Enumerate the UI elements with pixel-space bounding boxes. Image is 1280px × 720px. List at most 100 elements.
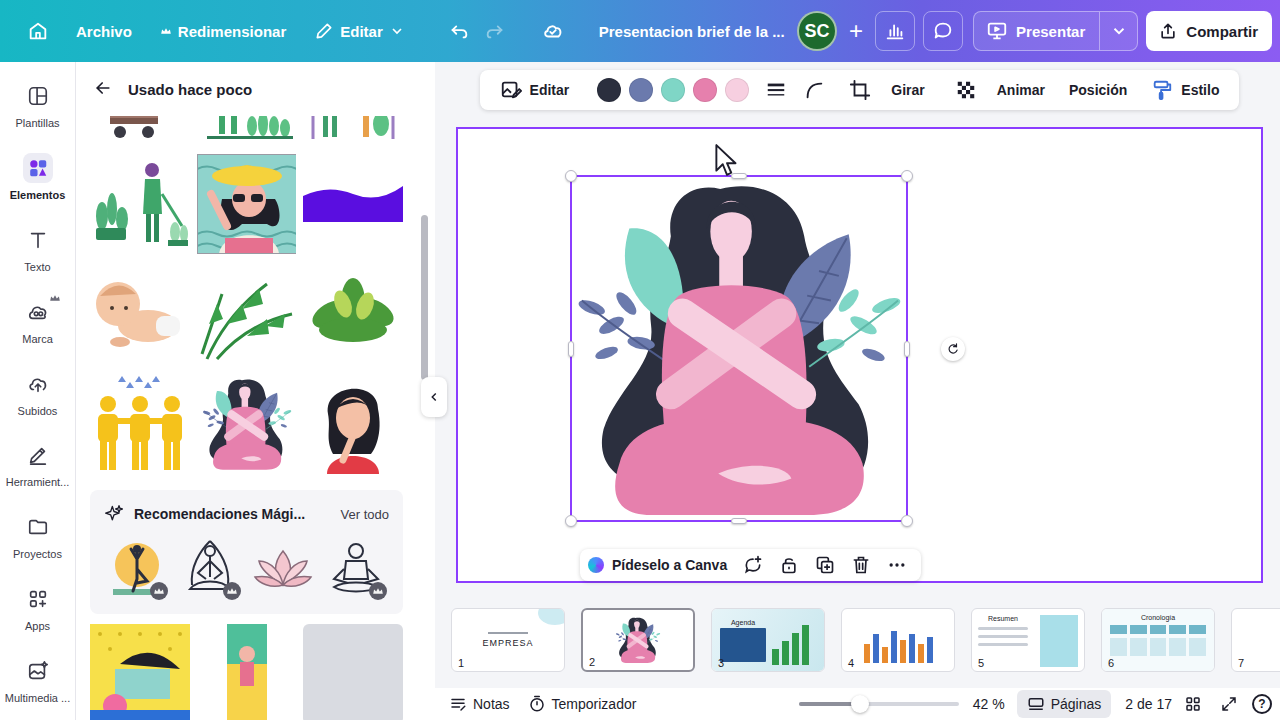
resize-handle[interactable] <box>901 170 913 182</box>
home-icon <box>27 20 49 42</box>
rail-item[interactable]: Subidos <box>0 361 75 433</box>
color-swatch[interactable] <box>693 78 717 102</box>
corner-rounding-button[interactable] <box>799 74 829 106</box>
see-all-link[interactable]: Ver todo <box>341 507 389 522</box>
meditating-woman-sticker[interactable] <box>197 374 297 474</box>
arch-garden-sticker[interactable] <box>303 116 403 144</box>
undo-button[interactable] <box>441 13 477 49</box>
scrollbar-thumb[interactable] <box>421 215 428 380</box>
line-weight-button[interactable] <box>761 74 791 106</box>
fullscreen-button[interactable] <box>1214 690 1244 718</box>
ask-canva-button[interactable]: Pídeselo a Canva <box>588 557 733 573</box>
zoom-slider[interactable] <box>799 694 959 714</box>
baby-sticker[interactable] <box>90 264 190 364</box>
rail-item[interactable]: Marca <box>0 289 75 361</box>
panel-scrollbar[interactable] <box>421 120 429 720</box>
back-button[interactable] <box>92 78 114 100</box>
transparency-button[interactable] <box>951 74 981 106</box>
delete-button[interactable] <box>845 551 877 579</box>
rail-item[interactable]: Plantillas <box>0 73 75 145</box>
page-thumbnail[interactable]: Cronología 6 <box>1101 608 1215 672</box>
magic-recommendation-item[interactable] <box>323 536 389 602</box>
legs-plants-sticker[interactable] <box>197 116 297 144</box>
page-thumbnail[interactable]: EMPRESA 1 <box>451 608 565 672</box>
thinking-woman-sticker[interactable] <box>303 374 403 474</box>
comments-button[interactable] <box>923 11 963 51</box>
page-thumbnail[interactable]: 7 <box>1231 608 1280 672</box>
user-avatar[interactable]: SC <box>797 11 837 51</box>
present-options-button[interactable] <box>1099 12 1137 50</box>
color-swatch[interactable] <box>661 78 685 102</box>
rail-item[interactable]: Herramient... <box>0 432 75 504</box>
magic-recommendation-item[interactable] <box>177 536 243 602</box>
sticker-row <box>90 116 403 144</box>
timer-button[interactable]: Temporizador <box>528 695 637 713</box>
duplicate-button[interactable] <box>809 551 841 579</box>
crop-button[interactable] <box>845 74 875 106</box>
resize-handle[interactable] <box>731 518 747 524</box>
top-menu-item[interactable]: Editar <box>314 21 405 41</box>
rail-item[interactable]: Multimedia ... <box>0 648 75 720</box>
save-status-button[interactable] <box>535 13 571 49</box>
lock-icon <box>779 555 799 575</box>
collapse-panel-button[interactable] <box>421 377 447 417</box>
add-collaborator-button[interactable]: + <box>845 17 867 45</box>
page-thumbnail[interactable]: Resumen 5 <box>971 608 1085 672</box>
selected-illustration[interactable] <box>570 175 908 522</box>
style-button[interactable]: Estilo <box>1143 74 1227 106</box>
slide-page[interactable]: Pídeselo a Canva <box>456 127 1263 583</box>
insights-button[interactable] <box>875 11 915 51</box>
color-swatch[interactable] <box>629 78 653 102</box>
resize-handle[interactable] <box>568 341 574 357</box>
redo-button[interactable] <box>477 13 513 49</box>
palm-leaves-sticker[interactable] <box>197 264 297 364</box>
page-thumbnail[interactable]: 4 <box>841 608 955 672</box>
notes-button[interactable]: Notas <box>449 695 510 713</box>
color-swatch[interactable] <box>725 78 749 102</box>
sticker-cell <box>303 154 403 254</box>
rail-item[interactable]: Proyectos <box>0 504 75 576</box>
pages-button[interactable]: Páginas <box>1017 690 1112 718</box>
person-card-sticker[interactable] <box>197 624 297 720</box>
position-button[interactable]: Posición <box>1061 74 1135 106</box>
rotate-button[interactable]: Girar <box>883 74 932 106</box>
purple-wave-sticker[interactable] <box>303 154 403 254</box>
ice-cream-sticker[interactable] <box>90 624 190 720</box>
lock-button[interactable] <box>773 551 805 579</box>
edit-image-button[interactable]: Editar <box>492 74 578 106</box>
hat-woman-sticker[interactable] <box>197 154 297 254</box>
gardener-sticker[interactable] <box>90 154 190 254</box>
magic-recommendation-item[interactable] <box>250 536 316 602</box>
share-button[interactable]: Compartir <box>1146 11 1272 51</box>
fern-plant-sticker[interactable] <box>303 264 403 364</box>
resize-handle[interactable] <box>901 515 913 527</box>
page-thumbnail[interactable]: 2 <box>581 608 695 672</box>
resize-handle[interactable] <box>565 515 577 527</box>
home-button[interactable] <box>20 13 56 49</box>
grid-view-button[interactable] <box>1178 690 1208 718</box>
cart-sticker[interactable] <box>90 116 190 144</box>
zoom-reading[interactable]: 42 % <box>973 696 1005 712</box>
document-title[interactable]: Presentacion brief de la ... <box>599 23 785 40</box>
add-comment-button[interactable] <box>737 551 769 579</box>
resize-handle[interactable] <box>565 170 577 182</box>
magic-recommendation-item[interactable] <box>104 536 170 602</box>
resize-handle[interactable] <box>731 173 747 179</box>
resize-handle[interactable] <box>904 341 910 357</box>
color-swatch[interactable] <box>597 78 621 102</box>
animate-button[interactable]: Animar <box>989 74 1053 106</box>
top-menu-item[interactable]: Redimensionar <box>160 23 286 40</box>
rail-item[interactable]: Elementos <box>0 145 75 217</box>
help-button[interactable]: ? <box>1252 694 1272 714</box>
more-options-button[interactable] <box>881 551 913 579</box>
present-group: Presentar <box>973 11 1138 51</box>
top-menu-item[interactable]: Archivo <box>76 23 132 40</box>
gray-shape-sticker[interactable] <box>303 624 403 720</box>
rotate-handle[interactable] <box>941 337 965 361</box>
present-button[interactable]: Presentar <box>974 12 1099 50</box>
rail-item[interactable]: Texto <box>0 217 75 289</box>
rail-item[interactable]: Apps <box>0 576 75 648</box>
three-people-sticker[interactable] <box>90 374 190 474</box>
page-thumbnail[interactable]: Agenda 3 <box>711 608 825 672</box>
zoom-slider-knob[interactable] <box>851 695 869 713</box>
